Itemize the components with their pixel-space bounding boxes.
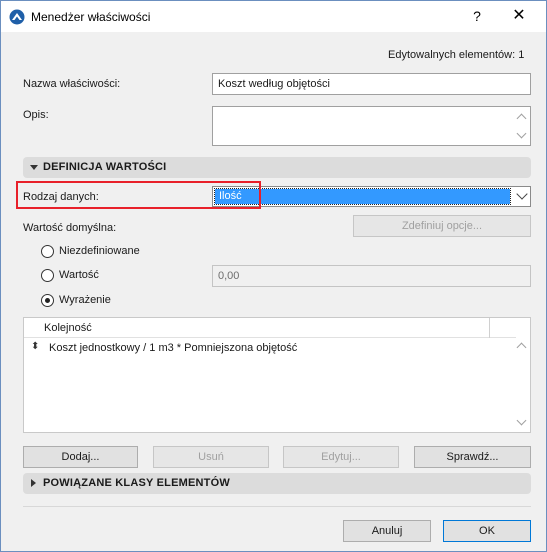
linked-classes-section[interactable]: POWIĄZANE KLASY ELEMENTÓW <box>23 473 531 494</box>
dialog-content: Edytowalnych elementów: 1 Nazwa właściwo… <box>1 32 546 551</box>
radio-undefined[interactable] <box>41 245 54 258</box>
help-button[interactable]: ? <box>467 6 487 26</box>
radio-selected-dot <box>45 298 50 303</box>
app-icon <box>9 9 25 25</box>
footer-divider <box>23 506 531 507</box>
value-definition-title: DEFINICJA WARTOŚCI <box>43 161 167 173</box>
define-options-button[interactable]: Zdefiniuj opcje... <box>353 215 531 237</box>
radio-expression-label: Wyrażenie <box>59 294 111 306</box>
drag-handle-icon[interactable]: ⬍ <box>31 341 39 352</box>
collapsed-triangle-icon <box>31 479 36 487</box>
linked-classes-title: POWIĄZANE KLASY ELEMENTÓW <box>43 477 230 489</box>
expanded-triangle-icon <box>30 165 38 170</box>
property-name-input[interactable]: Koszt według objętości <box>212 73 531 95</box>
edit-button[interactable]: Edytuj... <box>283 446 399 468</box>
list-item-text: Koszt jednostkowy / 1 m3 * Pomniejszona … <box>49 342 298 354</box>
default-value-input[interactable]: 0,00 <box>212 265 531 287</box>
annotation-highlight <box>16 181 261 209</box>
editable-count: Edytowalnych elementów: 1 <box>388 49 525 61</box>
chevron-down-icon <box>516 188 528 200</box>
cancel-button[interactable]: Anuluj <box>343 520 431 542</box>
column-separator[interactable] <box>489 318 490 338</box>
default-value-label: Wartość domyślna: <box>23 222 117 234</box>
radio-undefined-label: Niezdefiniowane <box>59 245 140 257</box>
title-bar: Menedżer właściwości ? ✕ <box>1 1 546 32</box>
property-manager-dialog: Menedżer właściwości ? ✕ Edytowalnych el… <box>0 0 547 552</box>
check-button[interactable]: Sprawdź... <box>414 446 531 468</box>
close-button[interactable]: ✕ <box>509 6 529 26</box>
scroll-up-icon <box>516 113 527 124</box>
order-list[interactable]: Kolejność ⬍ Koszt jednostkowy / 1 m3 * P… <box>23 317 531 433</box>
list-item[interactable]: ⬍ Koszt jednostkowy / 1 m3 * Pomniejszon… <box>24 339 516 357</box>
order-list-header: Kolejność <box>24 318 516 338</box>
scroll-down-icon <box>516 415 527 426</box>
scroll-up-icon <box>516 342 527 353</box>
ok-button[interactable]: OK <box>443 520 531 542</box>
remove-button[interactable]: Usuń <box>153 446 269 468</box>
radio-expression[interactable] <box>41 294 54 307</box>
radio-value[interactable] <box>41 269 54 282</box>
order-list-scrollbar[interactable] <box>514 338 530 432</box>
window-title: Menedżer właściwości <box>31 10 151 24</box>
scroll-down-icon <box>516 128 527 139</box>
description-label: Opis: <box>23 109 49 121</box>
description-textarea[interactable] <box>212 106 531 146</box>
radio-value-label: Wartość <box>59 269 99 281</box>
property-name-label: Nazwa właściwości: <box>23 78 121 90</box>
value-definition-section[interactable]: DEFINICJA WARTOŚCI <box>23 157 531 178</box>
column-header-order[interactable]: Kolejność <box>44 322 92 334</box>
add-button[interactable]: Dodaj... <box>23 446 138 468</box>
description-scrollbar[interactable] <box>514 107 530 145</box>
